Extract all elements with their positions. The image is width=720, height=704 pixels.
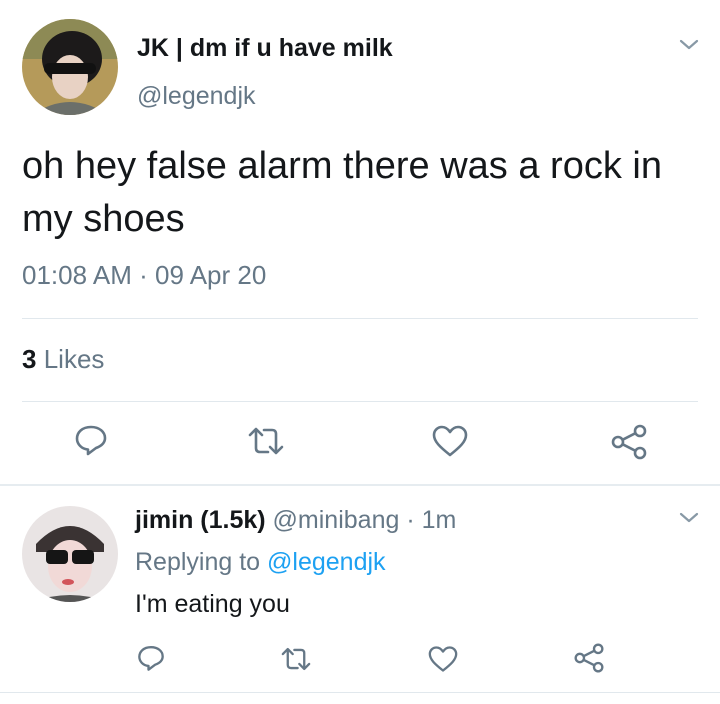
author-handle[interactable]: @legendjk	[137, 82, 256, 111]
section-divider	[0, 484, 720, 486]
replying-to: Replying to @legendjk	[135, 548, 386, 577]
tweet-text: oh hey false alarm there was a rock in m…	[22, 145, 662, 240]
tweet-date: 09 Apr 20	[155, 260, 267, 290]
reply-author-display-name[interactable]: jimin (1.5k)	[135, 506, 266, 534]
divider	[22, 318, 698, 319]
likes-count: 3	[22, 344, 37, 374]
share-icon[interactable]	[610, 424, 648, 460]
author-avatar[interactable]	[22, 19, 118, 115]
reply-header: jimin (1.5k) @minibang · 1m	[135, 506, 456, 535]
retweet-icon[interactable]	[246, 424, 286, 458]
reply-age: 1m	[421, 506, 457, 534]
reply-text: I'm eating you	[135, 590, 290, 618]
author-display-name[interactable]: JK | dm if u have milk	[137, 34, 393, 63]
replying-to-handle-link[interactable]: @legendjk	[267, 548, 386, 576]
reply-icon[interactable]	[73, 422, 109, 458]
reply-like-icon[interactable]	[427, 645, 459, 673]
bottom-divider	[0, 692, 720, 693]
reply-share-icon[interactable]	[573, 643, 605, 673]
reply-retweet-icon[interactable]	[279, 645, 313, 673]
timestamp-separator: ·	[139, 260, 148, 290]
reply-author-avatar[interactable]	[22, 506, 118, 602]
reply-author-handle[interactable]: @minibang	[273, 506, 400, 534]
reply-chevron-down-icon[interactable]	[678, 511, 700, 525]
divider	[22, 401, 698, 402]
tweet-time: 01:08 AM	[22, 260, 132, 290]
reply-meta-separator: ·	[406, 506, 415, 534]
like-icon[interactable]	[431, 424, 469, 458]
reply-reply-icon[interactable]	[136, 643, 166, 673]
tweet-timestamp: 01:08 AM · 09 Apr 20	[22, 260, 266, 291]
likes-stat[interactable]: 3 Likes	[22, 344, 104, 375]
chevron-down-icon[interactable]	[678, 38, 700, 52]
replying-to-label: Replying to	[135, 548, 261, 576]
likes-label: Likes	[43, 344, 105, 374]
